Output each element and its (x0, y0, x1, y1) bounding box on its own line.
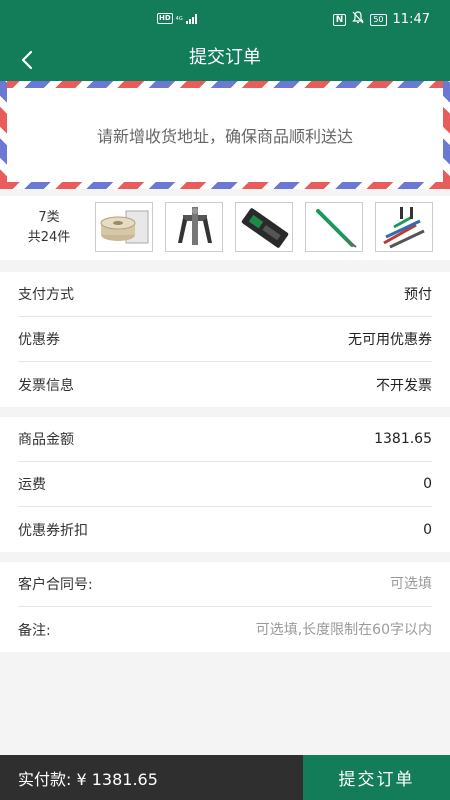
product-thumbnail-3[interactable] (235, 202, 293, 252)
add-address-card[interactable]: 请新增收货地址，确保商品顺利送达 (0, 81, 450, 189)
goods-strip[interactable]: 7类 共24件 (0, 196, 450, 260)
battery-icon: 50 (370, 13, 387, 26)
invoice-row[interactable]: 发票信息 不开发票 (18, 362, 432, 407)
total-payment: 实付款: ¥ 1381.65 (0, 755, 303, 800)
signal-icon (185, 13, 197, 24)
hd-badge: HD (157, 13, 173, 24)
title-bar: 提交订单 (0, 40, 450, 81)
goods-amount-value: 1381.65 (374, 431, 432, 447)
status-right: N 50 11:47 (332, 11, 430, 28)
coupon-row[interactable]: 优惠券 无可用优惠券 (18, 317, 432, 362)
product-thumbnail-2[interactable] (165, 202, 223, 252)
address-prompt: 请新增收货地址，确保商品顺利送达 (96, 127, 353, 146)
goods-count: 7类 共24件 (20, 208, 78, 248)
coupon-discount-row: 优惠券折扣 0 (18, 507, 432, 552)
goods-categories: 7类 (38, 210, 60, 225)
invoice-value: 不开发票 (376, 377, 432, 394)
invoice-label: 发票信息 (18, 377, 74, 394)
page-title: 提交订单 (189, 47, 261, 68)
mute-bell-icon (352, 11, 365, 28)
contract-number-label: 客户合同号: (18, 577, 93, 593)
contract-number-input[interactable] (202, 576, 432, 592)
payment-method-row[interactable]: 支付方式 预付 (18, 272, 432, 317)
contract-number-row: 客户合同号: (18, 562, 432, 607)
submit-order-button[interactable]: 提交订单 (303, 755, 450, 800)
amounts-section: 商品金额 1381.65 运费 0 优惠券折扣 0 (0, 417, 450, 552)
address-inner: 请新增收货地址，确保商品顺利送达 (7, 88, 443, 182)
goods-amount-row: 商品金额 1381.65 (18, 417, 432, 462)
checkout-footer: 实付款: ¥ 1381.65 提交订单 (0, 755, 450, 800)
network-label: 4G (175, 15, 183, 22)
coupon-discount-value: 0 (423, 521, 432, 538)
shipping-fee-row: 运费 0 (18, 462, 432, 507)
product-thumbnail-5[interactable] (375, 202, 433, 252)
clock: 11:47 (392, 12, 430, 27)
nfc-icon: N (332, 13, 347, 26)
status-bar: HD 4G N 50 11:47 (0, 0, 450, 40)
payment-method-value: 预付 (404, 287, 432, 303)
coupon-label: 优惠券 (18, 332, 60, 348)
coupon-value: 无可用优惠券 (348, 332, 432, 348)
remark-input[interactable] (202, 621, 432, 638)
shipping-fee-label: 运费 (18, 477, 46, 493)
status-left: HD 4G (157, 13, 197, 24)
goods-amount-label: 商品金额 (18, 432, 74, 448)
order-info-section: 支付方式 预付 优惠券 无可用优惠券 发票信息 不开发票 (0, 272, 450, 407)
product-thumbnail-4[interactable] (305, 202, 363, 252)
goods-total: 共24件 (27, 230, 71, 245)
remark-row: 备注: (18, 607, 432, 652)
coupon-discount-label: 优惠券折扣 (18, 522, 88, 539)
remark-label: 备注: (18, 622, 51, 639)
extra-info-section: 客户合同号: 备注: (0, 562, 450, 652)
payment-method-label: 支付方式 (18, 287, 74, 303)
shipping-fee-value: 0 (423, 476, 432, 492)
product-thumbnail-1[interactable] (95, 202, 153, 252)
